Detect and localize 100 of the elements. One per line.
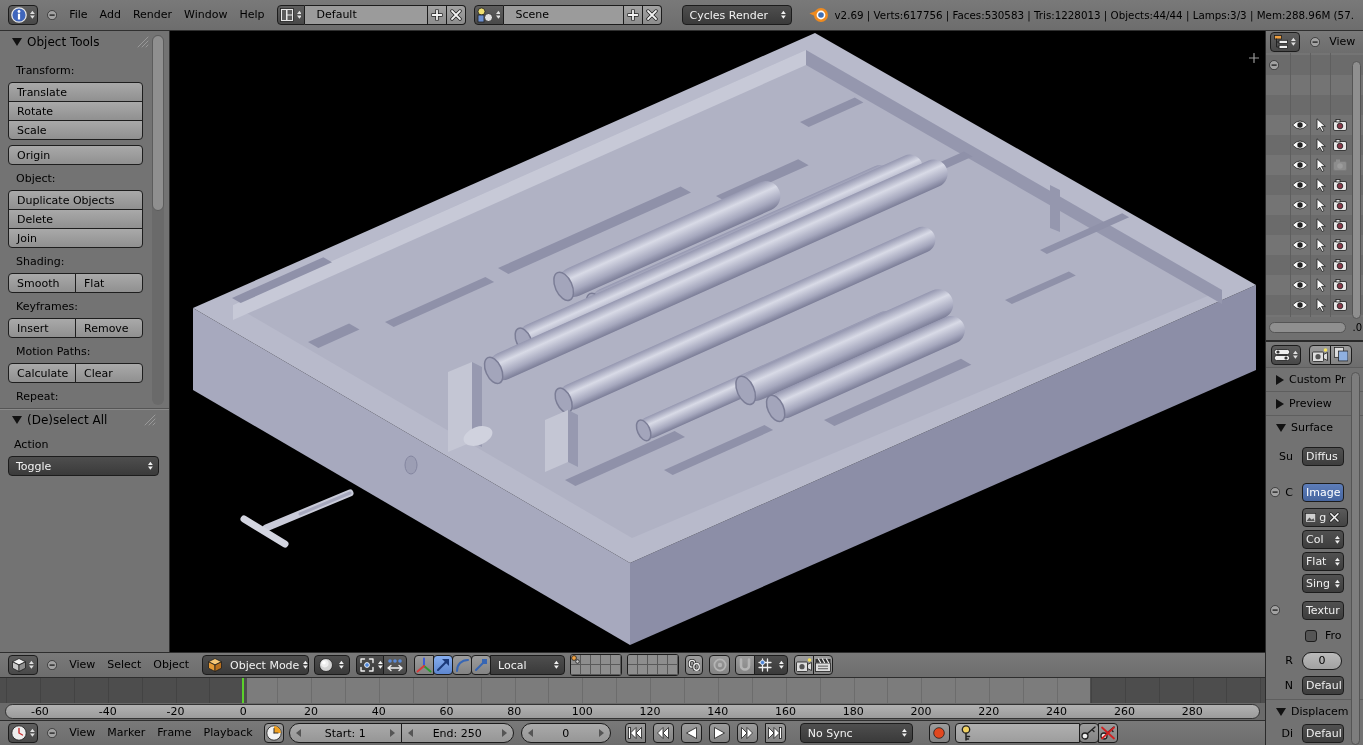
keying-set-field[interactable] [954, 723, 1080, 743]
collapse-icon[interactable] [1270, 487, 1281, 498]
cursor-icon[interactable] [1316, 258, 1326, 272]
start-frame-field[interactable]: Start: 1 [288, 723, 402, 743]
collapse-icon[interactable] [47, 727, 58, 739]
current-frame-field[interactable]: 0 [520, 723, 611, 743]
delete-keyframe-button[interactable] [1097, 723, 1118, 743]
tool-button[interactable]: Duplicate Objects [8, 190, 143, 210]
property-button[interactable]: Defaul [1302, 724, 1344, 743]
editor-type-button[interactable] [8, 5, 38, 25]
manipulator-button[interactable] [452, 655, 473, 675]
tool-button[interactable]: Rotate [8, 101, 143, 121]
cursor-icon[interactable] [1316, 178, 1326, 192]
disclosure-triangle-icon[interactable] [1276, 374, 1284, 385]
jump-start-button[interactable] [624, 723, 646, 743]
property-button[interactable]: Diffus [1302, 447, 1344, 466]
panel-title[interactable]: Object Tools [27, 35, 100, 49]
previous-keyframe-button[interactable] [652, 723, 674, 743]
frame-ruler[interactable]: -60 -40 -20 0 20 40 60 80 100 120 140 160 180 200 220 240 260 280 [5, 704, 1260, 719]
tool-button[interactable]: Delete [8, 209, 143, 229]
option-dropdown[interactable]: Col [1302, 530, 1344, 549]
layer-link-button[interactable] [685, 655, 704, 675]
next-keyframe-button[interactable] [736, 723, 758, 743]
camera-icon[interactable] [1333, 239, 1347, 251]
menu-item[interactable]: File [63, 5, 94, 25]
orientation-dropdown[interactable]: Local [490, 655, 566, 675]
scrollbar-thumb[interactable] [1352, 61, 1361, 319]
disclosure-triangle-icon[interactable] [12, 38, 22, 46]
render-tab[interactable] [1309, 344, 1331, 365]
layers-tab[interactable] [1330, 344, 1352, 365]
action-dropdown[interactable]: Toggle [8, 456, 159, 476]
tool-button[interactable]: Clear [75, 363, 143, 383]
current-frame-line[interactable] [242, 678, 245, 703]
proportional-edit-button[interactable] [709, 655, 731, 675]
insert-keyframe-button[interactable] [1078, 723, 1099, 743]
manipulator-button[interactable] [433, 655, 454, 675]
camera-icon[interactable] [1333, 279, 1347, 291]
disclosure-triangle-icon[interactable] [1276, 707, 1286, 716]
menu-item[interactable]: View [63, 723, 102, 743]
sync-dropdown[interactable]: No Sync [799, 723, 913, 743]
layer-button[interactable] [668, 665, 679, 675]
menu-item[interactable]: View [63, 655, 102, 675]
collapse-icon[interactable] [1310, 36, 1321, 48]
disclosure-triangle-icon[interactable] [12, 416, 22, 424]
number-field[interactable]: 0 [1302, 651, 1342, 670]
scrollbar-thumb[interactable] [1269, 321, 1346, 333]
option-dropdown[interactable]: Sing [1302, 574, 1344, 593]
eye-icon[interactable] [1292, 260, 1308, 270]
menu-item[interactable]: Window [178, 5, 234, 25]
scene-browse-button[interactable] [473, 5, 504, 25]
camera-icon[interactable] [1333, 299, 1347, 311]
eye-icon[interactable] [1292, 240, 1308, 250]
camera-icon[interactable] [1333, 119, 1347, 131]
pivot-dropdown[interactable] [356, 655, 385, 675]
checkbox[interactable] [1305, 629, 1317, 642]
collapse-icon[interactable] [1270, 605, 1281, 616]
mode-dropdown[interactable]: Object Mode [202, 655, 310, 675]
play-reverse-button[interactable] [680, 723, 702, 743]
drag-handle-icon[interactable] [137, 36, 149, 48]
render-image-button[interactable] [794, 655, 815, 675]
eye-icon[interactable] [1292, 180, 1308, 190]
camera-icon[interactable] [1333, 139, 1347, 151]
menu-item[interactable]: Help [233, 5, 271, 25]
menu-item[interactable]: Select [101, 655, 148, 675]
render-animation-button[interactable] [813, 655, 834, 675]
cursor-icon[interactable] [1316, 118, 1326, 132]
timeline-area[interactable]: -60 -40 -20 0 20 40 60 80 100 120 140 160 180 200 220 240 260 280 [0, 677, 1265, 720]
editor-type-button[interactable] [1271, 344, 1301, 365]
camera-icon[interactable] [1333, 179, 1347, 191]
eye-icon[interactable] [1292, 300, 1308, 310]
jump-end-button[interactable] [764, 723, 786, 743]
auto-keying-button[interactable] [263, 723, 284, 743]
cursor-icon[interactable] [1316, 198, 1326, 212]
editor-type-button[interactable] [8, 723, 38, 743]
image-field[interactable]: g [1302, 508, 1348, 527]
panel-title[interactable]: Preview [1289, 397, 1332, 410]
menu-item[interactable]: Add [93, 5, 127, 25]
tool-button[interactable]: Scale [8, 120, 143, 140]
cursor-icon[interactable] [1316, 238, 1326, 252]
tool-button[interactable]: Join [8, 228, 143, 248]
cursor-icon[interactable] [1316, 158, 1326, 172]
panel-title[interactable]: Surface [1291, 421, 1333, 434]
editor-type-button[interactable] [8, 655, 38, 675]
eye-icon[interactable] [1292, 140, 1308, 150]
tool-button[interactable]: Origin [8, 145, 143, 165]
menu-item[interactable]: Playback [197, 723, 259, 743]
menu-item[interactable]: Frame [151, 723, 198, 743]
menu-item[interactable]: Object [147, 655, 196, 675]
play-button[interactable] [708, 723, 730, 743]
collapse-icon[interactable] [1269, 59, 1280, 71]
camera-icon[interactable] [1333, 219, 1347, 231]
camera-icon[interactable] [1333, 259, 1347, 271]
shading-dropdown[interactable] [314, 655, 351, 675]
layout-name-field[interactable]: Default [304, 5, 428, 25]
layer-button[interactable] [611, 665, 622, 675]
scrollbar-thumb[interactable] [152, 35, 164, 211]
scene-name-field[interactable]: Scene [503, 5, 624, 25]
axes-button[interactable] [414, 655, 435, 675]
menu-item[interactable]: View [1326, 32, 1356, 52]
eye-icon[interactable] [1292, 220, 1308, 230]
